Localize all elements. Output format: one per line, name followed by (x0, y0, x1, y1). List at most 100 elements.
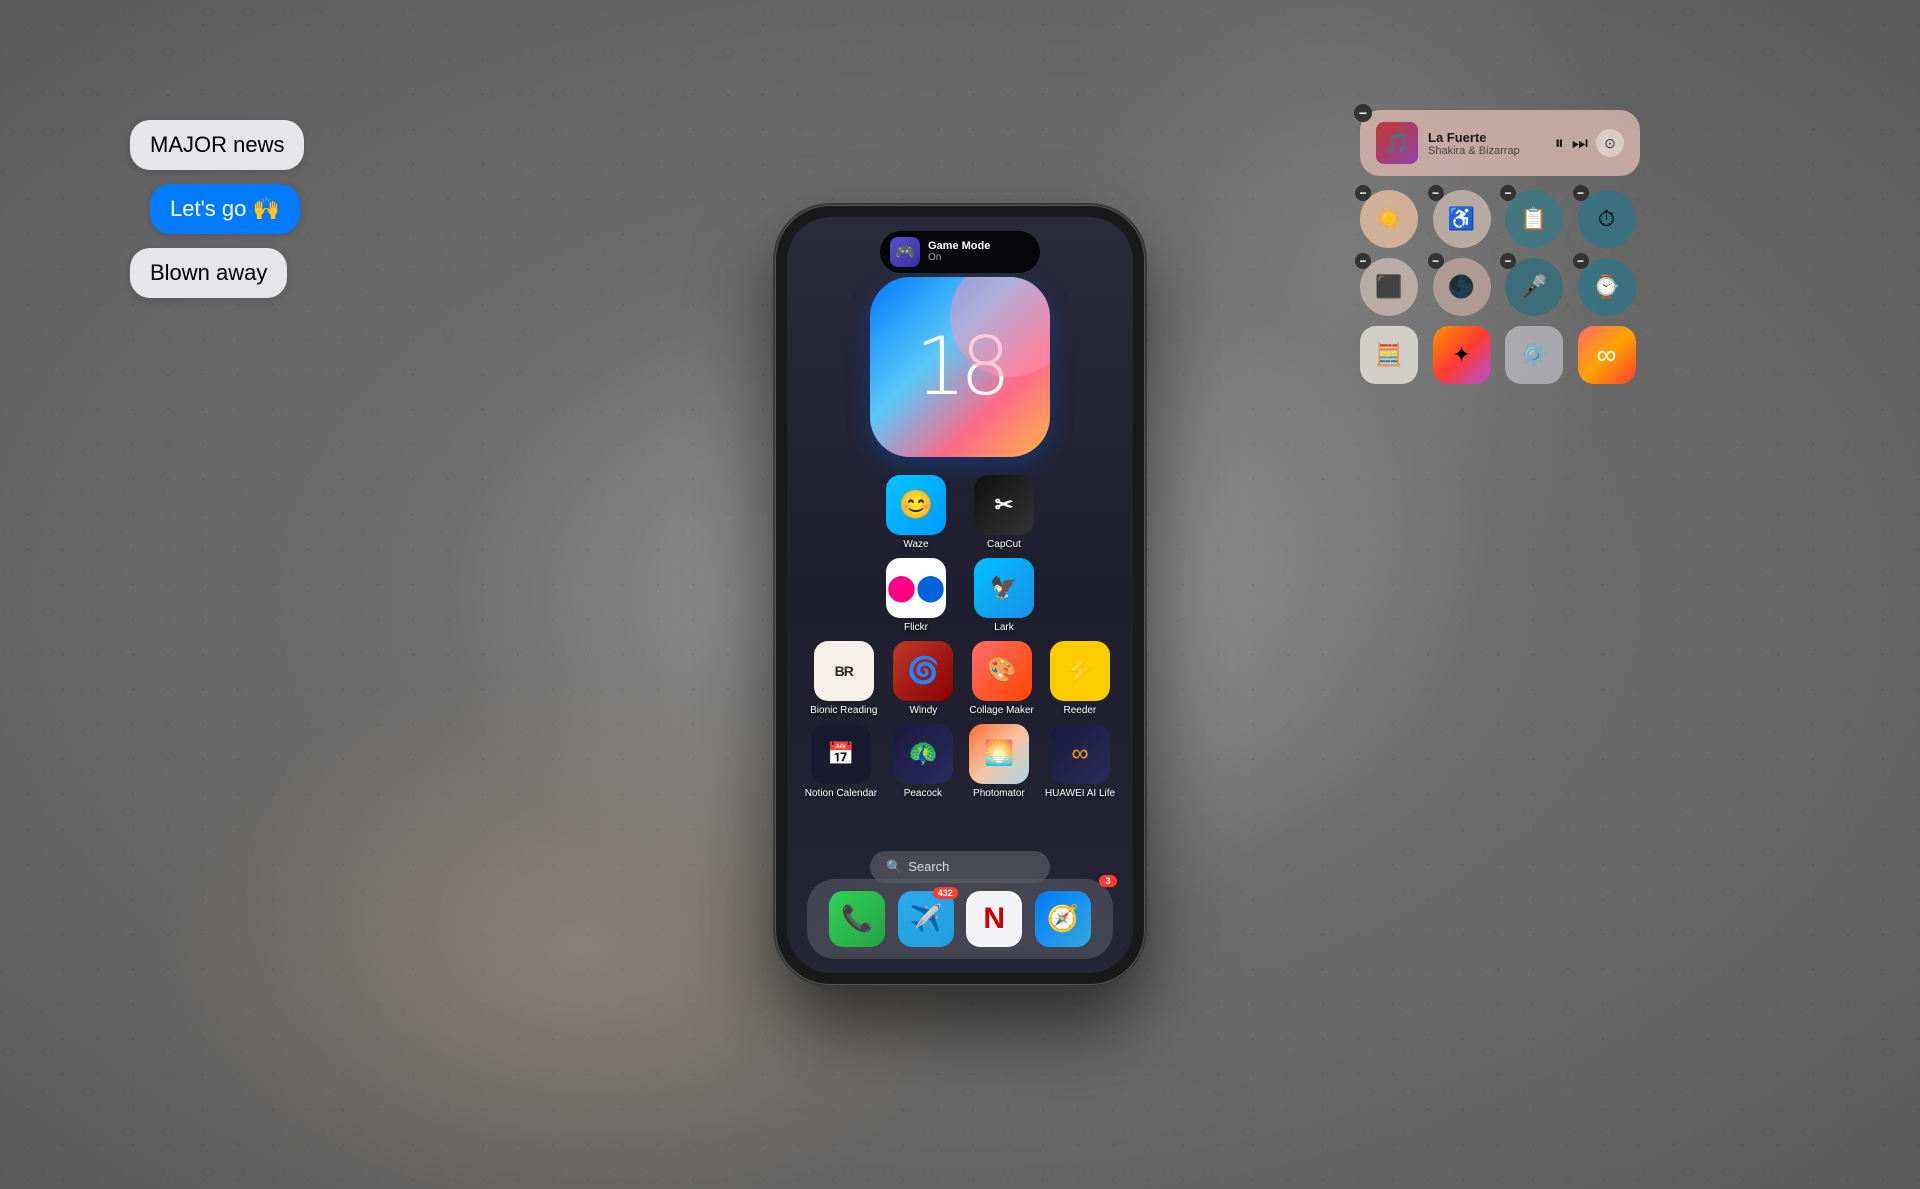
track-title: La Fuerte (1428, 130, 1545, 145)
notion-calendar-icon: 📅 (811, 724, 871, 784)
settings-button[interactable]: ⚙️ (1505, 326, 1563, 384)
cc-remove-3[interactable]: − (1500, 185, 1516, 201)
message-bubble-3: Blown away (130, 248, 287, 298)
message-bubble-2: Let's go 🙌 (150, 184, 300, 234)
dock-phone[interactable]: 📞 3 (829, 891, 885, 947)
now-playing-remove-btn[interactable]: − (1354, 104, 1372, 122)
capcut-icon: ✂ (974, 475, 1034, 535)
ai-button[interactable]: ∞ (1578, 326, 1636, 384)
cc-remove-5[interactable]: − (1355, 253, 1371, 269)
ios-version-text: 18 (915, 320, 1005, 413)
calculator-button[interactable]: 🧮 (1360, 326, 1418, 384)
phone-mockup: 🎮 Game Mode On 18 😊 Waze (775, 205, 1145, 985)
dock: 📞 3 ✈️ 432 N 🧭 (807, 879, 1113, 959)
cc-row-2: − ⬛ − 🌑 − 🎤 − ⌚ (1360, 258, 1640, 316)
bionic-label: Bionic Reading (810, 705, 877, 716)
search-icon: 🔍 (886, 859, 902, 875)
app-windy[interactable]: 🌀 Windy (893, 641, 953, 716)
search-label: Search (908, 859, 949, 874)
voice-button[interactable]: − 🎤 (1505, 258, 1563, 316)
ios18-icon: 18 (870, 277, 1050, 457)
bionic-icon: BR (814, 641, 874, 701)
cc-remove-2[interactable]: − (1428, 185, 1444, 201)
apple-watch-button[interactable]: − ⌚ (1578, 258, 1636, 316)
next-button[interactable]: ⏭ (1572, 133, 1588, 154)
cc-row-1: − ☀️ − ♿ − 📋 − ⏱ (1360, 190, 1640, 248)
code-button[interactable]: ✦ (1433, 326, 1491, 384)
photomator-label: Photomator (973, 788, 1025, 799)
app-grid: 😊 Waze ✂ CapCut ⬤⬤ Flickr (787, 475, 1133, 807)
bubble-wrap-3: Blown away (130, 248, 304, 298)
album-art: 🎵 (1376, 122, 1418, 164)
reeder-label: Reeder (1063, 705, 1096, 716)
now-playing-card[interactable]: − 🎵 La Fuerte Shakira & Bizarrap ⏸ ⏭ ⊙ (1360, 110, 1640, 176)
app-photomator[interactable]: 🌅 Photomator (969, 724, 1029, 799)
flickr-label: Flickr (904, 622, 928, 633)
notion-calendar-label: Notion Calendar (805, 788, 877, 799)
huawei-icon: ∞ (1050, 724, 1110, 784)
cc-remove-8[interactable]: − (1573, 253, 1589, 269)
app-lark[interactable]: 🦅 Lark (968, 558, 1040, 633)
app-row-2: ⬤⬤ Flickr 🦅 Lark (811, 558, 1109, 633)
telegram-icon: ✈️ (898, 891, 954, 947)
pause-button[interactable]: ⏸ (1555, 133, 1564, 154)
phone-badge: 3 (1099, 875, 1117, 887)
now-playing-info: La Fuerte Shakira & Bizarrap (1428, 130, 1545, 157)
reeder-icon: ⚡ (1050, 641, 1110, 701)
app-flickr[interactable]: ⬤⬤ Flickr (880, 558, 952, 633)
imessage-conversation: MAJOR news Let's go 🙌 Blown away (130, 120, 304, 298)
airplay-button[interactable]: ⊙ (1596, 129, 1624, 157)
phone-body: 🎮 Game Mode On 18 😊 Waze (775, 205, 1145, 985)
cc-remove-1[interactable]: − (1355, 185, 1371, 201)
dark-mode-button[interactable]: − 🌑 (1433, 258, 1491, 316)
phone-icon: 📞 (829, 891, 885, 947)
telegram-badge: 432 (933, 887, 958, 899)
app-waze[interactable]: 😊 Waze (880, 475, 952, 550)
peacock-icon: 🦚 (893, 724, 953, 784)
app-row-3: BR Bionic Reading 🌀 Windy 🎨 Collage Make… (811, 641, 1109, 716)
bubble-wrap-1: MAJOR news (130, 120, 304, 170)
dock-news[interactable]: N (966, 891, 1022, 947)
cc-remove-4[interactable]: − (1573, 185, 1589, 201)
lark-label: Lark (994, 622, 1013, 633)
app-bionic[interactable]: BR Bionic Reading (810, 641, 877, 716)
playback-controls[interactable]: ⏸ ⏭ ⊙ (1555, 129, 1624, 157)
windy-icon: 🌀 (893, 641, 953, 701)
app-capcut[interactable]: ✂ CapCut (968, 475, 1040, 550)
safari-icon: 🧭 (1035, 891, 1091, 947)
timer-button[interactable]: − ⏱ (1578, 190, 1636, 248)
dock-safari[interactable]: 🧭 (1035, 891, 1091, 947)
app-collage[interactable]: 🎨 Collage Maker (969, 641, 1033, 716)
waze-icon: 😊 (886, 475, 946, 535)
cc-remove-7[interactable]: − (1500, 253, 1516, 269)
brightness-button[interactable]: − ☀️ (1360, 190, 1418, 248)
ios18-hero: 18 (870, 277, 1050, 457)
app-reeder[interactable]: ⚡ Reeder (1050, 641, 1110, 716)
game-mode-text: Game Mode On (928, 240, 990, 263)
news-icon: N (966, 891, 1022, 947)
app-peacock[interactable]: 🦚 Peacock (893, 724, 953, 799)
collage-label: Collage Maker (969, 705, 1033, 716)
cc-row-3: 🧮 ✦ ⚙️ ∞ (1360, 326, 1640, 384)
cc-remove-6[interactable]: − (1428, 253, 1444, 269)
huawei-label: HUAWEI AI Life (1045, 788, 1115, 799)
app-row-1: 😊 Waze ✂ CapCut (811, 475, 1109, 550)
game-mode-status: On (928, 252, 990, 263)
bubble-wrap-2: Let's go 🙌 (130, 184, 304, 234)
message-bubble-1: MAJOR news (130, 120, 304, 170)
app-notion-calendar[interactable]: 📅 Notion Calendar (805, 724, 877, 799)
app-row-4: 📅 Notion Calendar 🦚 Peacock 🌅 Photomator… (811, 724, 1109, 799)
flickr-icon: ⬤⬤ (886, 558, 946, 618)
lark-icon: 🦅 (974, 558, 1034, 618)
windy-label: Windy (909, 705, 937, 716)
dock-telegram[interactable]: ✈️ 432 (898, 891, 954, 947)
capcut-label: CapCut (987, 539, 1021, 550)
game-mode-icon: 🎮 (890, 237, 920, 267)
qr-scanner-button[interactable]: − ⬛ (1360, 258, 1418, 316)
collage-icon: 🎨 (972, 641, 1032, 701)
accessibility-button[interactable]: − ♿ (1433, 190, 1491, 248)
game-mode-title: Game Mode (928, 240, 990, 252)
app-huawei[interactable]: ∞ HUAWEI AI Life (1045, 724, 1115, 799)
notes-button[interactable]: − 📋 (1505, 190, 1563, 248)
phone-screen: 🎮 Game Mode On 18 😊 Waze (787, 217, 1133, 973)
